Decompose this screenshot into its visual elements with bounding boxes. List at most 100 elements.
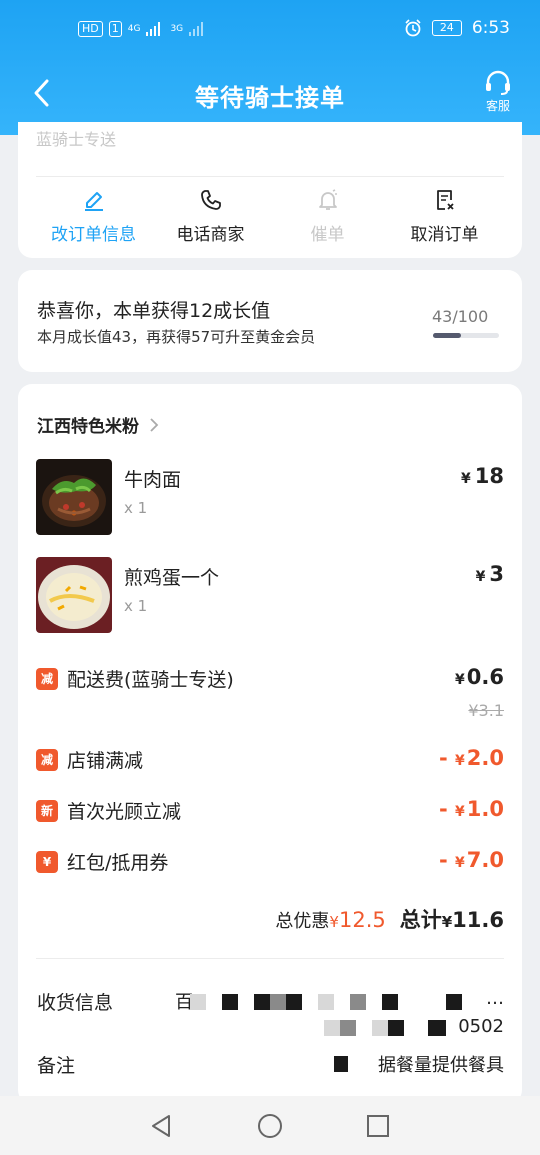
page-title: 等待骑士接单 — [195, 84, 345, 112]
discount-amount: 2.0 — [466, 746, 504, 770]
bell-icon — [318, 189, 337, 210]
nav-home-icon[interactable] — [257, 1113, 283, 1139]
alarm-icon — [405, 19, 421, 37]
receiver-phone-end: 0502 — [458, 1016, 504, 1037]
order-total: 总优惠¥12.5 总计¥11.6 — [275, 904, 504, 934]
discount-total: 总优惠¥12.5 — [275, 907, 385, 933]
beef-noodle-image — [36, 459, 112, 535]
minus-sign: - — [439, 797, 448, 821]
discount-amount: 7.0 — [466, 848, 504, 872]
privacy-mosaic — [350, 994, 366, 1010]
grand-total-label: 总计 — [399, 908, 442, 932]
delivery-fee-amount: 0.6 — [466, 665, 504, 689]
privacy-mosaic — [372, 1020, 388, 1036]
item-quantity: x 1 — [124, 499, 148, 517]
divider — [36, 958, 504, 959]
discount-amount: 1.0 — [466, 797, 504, 821]
discount-row: 减 店铺满减 - ¥2.0 — [36, 746, 504, 776]
item-name: 牛肉面 — [124, 469, 182, 491]
shop-link[interactable]: 江西特色米粉 — [37, 412, 159, 437]
original-delivery-fee: ¥3.1 — [468, 701, 504, 720]
cancel-order-icon — [436, 190, 454, 210]
privacy-mosaic — [334, 1056, 348, 1072]
privacy-mosaic — [270, 994, 286, 1010]
remark-label: 备注 — [37, 1055, 76, 1077]
signal-icon-2 — [189, 22, 204, 36]
privacy-mosaic — [222, 994, 238, 1010]
discount-tag: 减 — [36, 749, 58, 771]
phone-icon — [200, 190, 221, 210]
divider — [36, 176, 504, 177]
currency-symbol: ¥ — [455, 672, 465, 688]
item-price: ¥18 — [461, 464, 504, 488]
receiver-name-end: … — [486, 988, 504, 1009]
privacy-mosaic — [324, 1020, 340, 1036]
action-row: 改订单信息 电话商家 催单 取消订单 — [18, 186, 522, 245]
discount-label: 店铺满减 — [67, 750, 144, 772]
privacy-mosaic — [286, 994, 302, 1010]
discount-value: - ¥1.0 — [439, 797, 504, 821]
urge-order-button[interactable]: 催单 — [269, 186, 386, 245]
privacy-mosaic — [340, 1020, 356, 1036]
privacy-mosaic — [388, 1020, 404, 1036]
discount-value: - ¥2.0 — [439, 746, 504, 770]
signal-icon — [146, 22, 161, 36]
currency-symbol: ¥ — [441, 913, 453, 931]
sim-badge: 1 — [108, 21, 122, 37]
network-3g: 3G — [170, 24, 184, 34]
nav-recents-icon[interactable] — [365, 1113, 391, 1139]
currency-symbol: ¥ — [475, 569, 486, 585]
headset-icon — [486, 70, 510, 95]
order-item: 煎鸡蛋一个 x 1 ¥3 — [36, 557, 504, 633]
grand-total-value: 11.6 — [452, 908, 504, 932]
urge-order-label: 催单 — [310, 225, 345, 245]
cancel-order-label: 取消订单 — [410, 225, 479, 245]
nav-back-icon[interactable] — [149, 1113, 175, 1139]
order-detail-card: 江西特色米粉 牛肉面 x 1 ¥18 煎鸡蛋一个 x 1 ¥ 3 减 配送费(蓝… — [18, 384, 522, 1104]
call-shop-button[interactable]: 电话商家 — [152, 186, 269, 245]
privacy-mosaic — [254, 994, 270, 1010]
growth-card[interactable]: 恭喜你，本单获得12成长值 本月成长值43，再获得57可升至黄金会员 43/10… — [18, 270, 522, 372]
service-label: 客服 — [485, 99, 510, 113]
discount-tag: 减 — [36, 668, 58, 690]
minus-sign: - — [439, 848, 448, 872]
delivery-type-text: 蓝骑士专送 — [36, 130, 117, 149]
growth-progress-bar — [433, 333, 499, 338]
item-quantity: x 1 — [124, 597, 148, 615]
privacy-mosaic — [428, 1020, 446, 1036]
growth-progress-fill — [433, 333, 462, 338]
delivery-fee-label: 配送费(蓝骑士专送) — [67, 669, 234, 691]
growth-title: 恭喜你，本单获得12成长值 — [37, 300, 271, 322]
discount-label: 首次光顾立减 — [67, 801, 182, 823]
battery-icon: 24 — [431, 20, 462, 36]
discount-tag: ¥ — [36, 851, 58, 873]
growth-count: 43/100 — [432, 307, 489, 326]
top-bar: HD 1 4G 3G 24 6:53 等待骑士接单 客服 — [0, 0, 540, 135]
item-price-value: 18 — [474, 464, 504, 488]
currency-symbol: ¥ — [455, 753, 465, 769]
privacy-mosaic — [190, 994, 206, 1010]
minus-sign: - — [439, 746, 448, 770]
clock: 6:53 — [471, 18, 510, 38]
fried-egg-image — [36, 557, 112, 633]
grand-total: 总计¥11.6 — [400, 904, 504, 934]
cancel-order-button[interactable]: 取消订单 — [386, 186, 503, 245]
discount-value: - ¥7.0 — [439, 848, 504, 872]
call-shop-label: 电话商家 — [176, 225, 245, 245]
customer-service-button[interactable]: 客服 — [480, 70, 516, 114]
privacy-mosaic — [318, 994, 334, 1010]
discount-total-value: 12.5 — [338, 908, 386, 932]
growth-subtitle: 本月成长值43，再获得57可升至黄金会员 — [37, 328, 316, 346]
discount-row: ¥ 红包/抵用券 - ¥7.0 — [36, 848, 504, 878]
status-bar: HD 1 4G 3G 24 6:53 — [0, 0, 540, 62]
network-4g: 4G — [127, 24, 141, 34]
item-price: ¥3 — [476, 562, 504, 586]
currency-symbol: ¥ — [455, 855, 465, 871]
edit-icon — [84, 192, 103, 211]
receiver-label: 收货信息 — [37, 992, 114, 1014]
shop-name: 江西特色米粉 — [37, 417, 139, 437]
currency-symbol: ¥ — [455, 804, 465, 820]
currency-symbol: ¥ — [329, 913, 339, 931]
edit-order-label: 改订单信息 — [51, 225, 136, 245]
edit-order-button[interactable]: 改订单信息 — [35, 186, 152, 245]
